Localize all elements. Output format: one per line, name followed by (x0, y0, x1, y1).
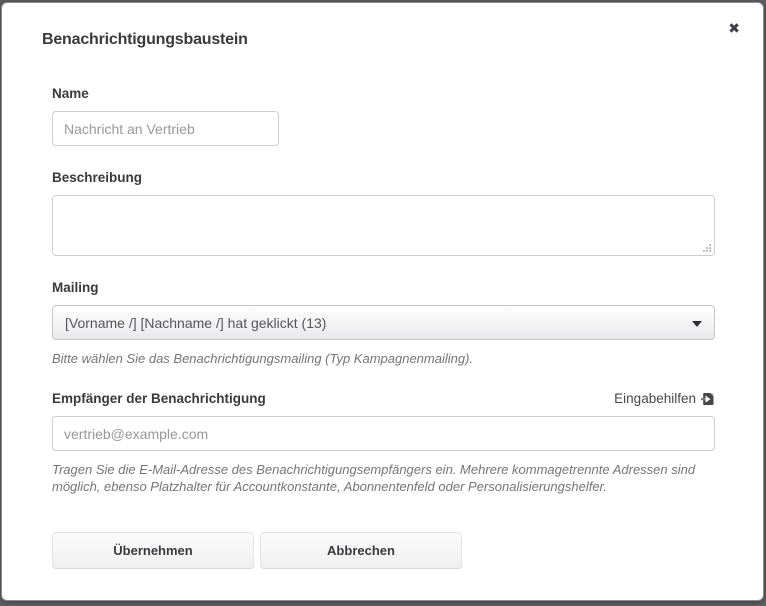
name-label: Name (52, 86, 715, 101)
name-input[interactable] (52, 111, 279, 146)
description-label: Beschreibung (52, 170, 715, 185)
chevron-down-icon (692, 321, 702, 327)
recipient-help-text: Tragen Sie die E-Mail-Adresse des Benach… (52, 461, 715, 495)
dialog-actions: Übernehmen Abbrechen (52, 532, 715, 569)
name-field-group: Name (52, 86, 715, 146)
input-helpers-label: Eingabehilfen (614, 391, 696, 406)
sign-in-icon (701, 392, 715, 406)
apply-button[interactable]: Übernehmen (52, 532, 254, 569)
cancel-button[interactable]: Abbrechen (260, 532, 462, 569)
description-field-group: Beschreibung (52, 170, 715, 256)
dialog-title: Benachrichtigungsbaustein (42, 31, 723, 49)
notification-module-dialog: ✖ Benachrichtigungsbaustein Name Beschre… (1, 2, 764, 601)
recipient-label: Empfänger der Benachrichtigung (52, 391, 266, 406)
mailing-select[interactable]: [Vorname /] [Nachname /] hat geklickt (1… (52, 305, 715, 340)
close-icon[interactable]: ✖ (726, 20, 742, 38)
mailing-help-text: Bitte wählen Sie das Benachrichtigungsma… (52, 350, 715, 367)
recipient-input[interactable] (52, 416, 715, 451)
mailing-label: Mailing (52, 280, 715, 295)
resize-handle[interactable] (702, 243, 712, 253)
description-textarea[interactable] (52, 195, 715, 256)
mailing-field-group: Mailing [Vorname /] [Nachname /] hat gek… (52, 280, 715, 367)
mailing-selected-value: [Vorname /] [Nachname /] hat geklickt (1… (65, 315, 326, 331)
input-helpers-link[interactable]: Eingabehilfen (614, 391, 715, 406)
recipient-field-group: Empfänger der Benachrichtigung Eingabehi… (52, 391, 715, 495)
dialog-form: Name Beschreibung Mailing [Vorname /] [N… (2, 86, 763, 569)
